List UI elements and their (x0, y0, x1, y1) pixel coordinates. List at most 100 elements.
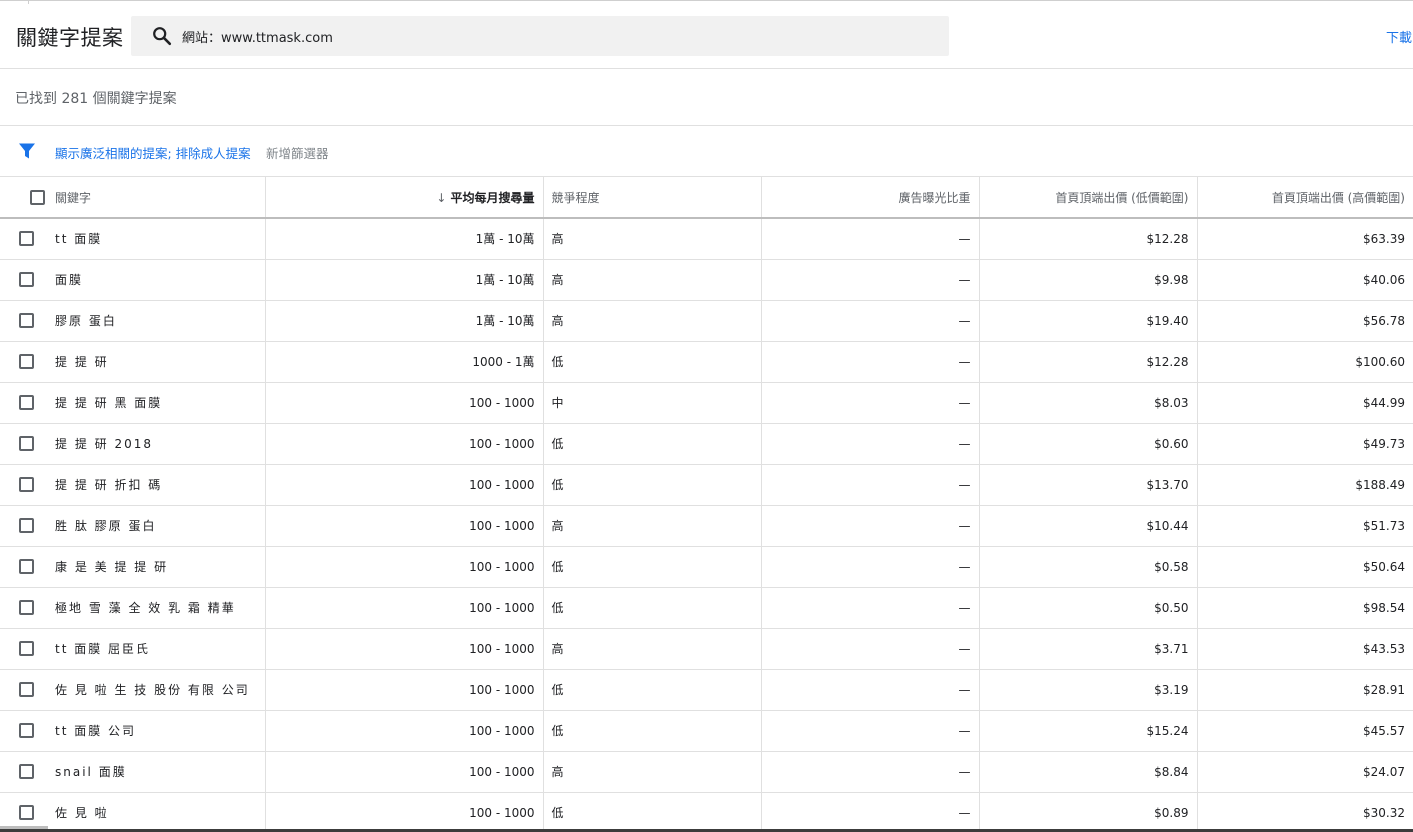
impression-share-cell: — (760, 218, 979, 260)
table-row[interactable]: 康 是 美 提 提 研 100 - 1000 低 — $0.58 $50.64 (0, 546, 1413, 588)
impression-share-cell: — (760, 300, 979, 342)
top-bid-low-cell: $8.03 (978, 382, 1197, 424)
table-row[interactable]: tt 面膜 1萬 - 10萬高 — $12.28 $63.39 (0, 218, 1413, 260)
search-input[interactable]: 網站：www.ttmask.com (182, 27, 333, 46)
row-checkbox[interactable] (19, 354, 34, 369)
table-row[interactable]: 面膜 1萬 - 10萬高 — $9.98 $40.06 (0, 259, 1413, 301)
impression-share-cell: — (760, 505, 979, 547)
top-bid-high-cell: $56.78 (1196, 300, 1413, 342)
row-checkbox[interactable] (19, 805, 34, 820)
column-header-avg-monthly-searches[interactable]: ↓ 平均每月搜尋量 (264, 177, 543, 219)
top-bid-high-cell: $49.73 (1196, 423, 1413, 465)
keyword-cell: 佐 見 啦 生 技 股份 有限 公司 (55, 669, 265, 711)
keyword-cell: 提 提 研 黑 面膜 (55, 382, 265, 424)
table-row[interactable]: 提 提 研 黑 面膜 100 - 1000 中 — $8.03 $44.99 (0, 382, 1413, 424)
top-bid-low-cell: $0.60 (978, 423, 1197, 465)
top-bid-high-cell: $30.32 (1196, 792, 1413, 832)
top-bid-low-cell: $19.40 (978, 300, 1197, 342)
impression-share-cell: — (760, 669, 979, 711)
row-checkbox[interactable] (19, 477, 34, 492)
avg-monthly-searches-cell: 100 - 1000 (264, 628, 543, 670)
row-checkbox[interactable] (19, 436, 34, 451)
table-row[interactable]: 佐 見 啦 生 技 股份 有限 公司 100 - 1000 低 — $3.19 $28.9… (0, 669, 1413, 711)
table-row[interactable]: 膠原 蛋白 1萬 - 10萬高 — $19.40 $56.78 (0, 300, 1413, 342)
table-row[interactable]: snail 面膜 100 - 1000 高 — $8.84 $24.07 (0, 751, 1413, 793)
top-bid-low-cell: $0.58 (978, 546, 1197, 588)
impression-share-cell: — (760, 587, 979, 629)
filter-icon[interactable] (18, 142, 36, 160)
row-checkbox-cell (0, 382, 55, 424)
row-checkbox[interactable] (19, 641, 34, 656)
select-all-cell (0, 177, 55, 219)
table-row[interactable]: 極地 雪 藻 全 效 乳 霜 精華 100 - 1000 低 — $0.50 $98.54 (0, 587, 1413, 629)
active-filter-chip[interactable]: 顯示廣泛相關的提案; 排除成人提案 (55, 143, 251, 162)
row-checkbox[interactable] (19, 313, 34, 328)
table-row[interactable]: tt 面膜 公司 100 - 1000 低 — $15.24 $45.57 (0, 710, 1413, 752)
competition-cell: 低 (542, 710, 761, 752)
impression-share-cell: — (760, 259, 979, 301)
top-bid-high-cell: $63.39 (1196, 218, 1413, 260)
top-bid-low-cell: $10.44 (978, 505, 1197, 547)
row-checkbox[interactable] (19, 682, 34, 697)
competition-cell: 低 (542, 792, 761, 832)
row-checkbox-cell (0, 464, 55, 506)
column-header-top-bid-low[interactable]: 首頁頂端出價 (低價範圍) (978, 177, 1197, 219)
keyword-ideas-table: 關鍵字 ↓ 平均每月搜尋量 競爭程度 廣告曝光比重 首頁頂端出價 (低價範圍) 首… (0, 177, 1413, 832)
table-row[interactable]: tt 面膜 屈臣氏 100 - 1000 高 — $3.71 $43.53 (0, 628, 1413, 670)
impression-share-cell: — (760, 382, 979, 424)
website-search-box[interactable]: 網站：www.ttmask.com (131, 16, 949, 56)
impression-share-cell: — (760, 546, 979, 588)
row-checkbox-cell (0, 669, 55, 711)
top-bid-low-cell: $3.19 (978, 669, 1197, 711)
table-row[interactable]: 提 提 研 2018 100 - 1000 低 — $0.60 $49.73 (0, 423, 1413, 465)
row-checkbox[interactable] (19, 231, 34, 247)
row-checkbox[interactable] (19, 764, 34, 779)
top-bid-low-cell: $3.71 (978, 628, 1197, 670)
row-checkbox-cell (0, 300, 55, 342)
column-header-top-bid-high[interactable]: 首頁頂端出價 (高價範圍) (1196, 177, 1413, 219)
avg-monthly-searches-cell: 100 - 1000 (264, 464, 543, 506)
row-checkbox-cell (0, 546, 55, 588)
top-bid-high-cell: $51.73 (1196, 505, 1413, 547)
select-all-checkbox[interactable] (29, 189, 45, 205)
top-bid-high-cell: $50.64 (1196, 546, 1413, 588)
keyword-cell: snail 面膜 (55, 751, 265, 793)
competition-cell: 低 (542, 341, 761, 383)
competition-cell: 高 (542, 300, 761, 342)
row-checkbox[interactable] (19, 518, 34, 533)
table-row[interactable]: 提 提 研 1000 - 1萬低 — $12.28 $100.60 (0, 341, 1413, 383)
top-bid-high-cell: $100.60 (1196, 341, 1413, 383)
keyword-cell: 極地 雪 藻 全 效 乳 霜 精華 (55, 587, 265, 629)
competition-cell: 低 (542, 423, 761, 465)
row-checkbox[interactable] (19, 723, 34, 738)
filter-bar: 顯示廣泛相關的提案; 排除成人提案 新增篩選器 (0, 126, 1413, 177)
table-row[interactable]: 胜 肽 膠原 蛋白 100 - 1000 高 — $10.44 $51.73 (0, 505, 1413, 547)
row-checkbox[interactable] (19, 272, 34, 287)
avg-monthly-searches-cell: 100 - 1000 (264, 792, 543, 832)
table-row[interactable]: 提 提 研 折扣 碼 100 - 1000 低 — $13.70 $188.49 (0, 464, 1413, 506)
row-checkbox[interactable] (19, 600, 34, 615)
page-header: 關鍵字提案 網站：www.ttmask.com 下載 (0, 4, 1413, 69)
column-header-impression-share[interactable]: 廣告曝光比重 (760, 177, 979, 219)
top-bid-low-cell: $13.70 (978, 464, 1197, 506)
table-row[interactable]: 佐 見 啦 100 - 1000 低 — $0.89 $30.32 (0, 792, 1413, 832)
column-header-competition[interactable]: 競爭程度 (542, 177, 761, 219)
top-bid-high-cell: $28.91 (1196, 669, 1413, 711)
row-checkbox-cell (0, 628, 55, 670)
avg-monthly-searches-cell: 100 - 1000 (264, 710, 543, 752)
top-bid-high-cell: $44.99 (1196, 382, 1413, 424)
row-checkbox[interactable] (19, 395, 34, 410)
row-checkbox[interactable] (19, 559, 34, 574)
download-link[interactable]: 下載 (1386, 27, 1412, 46)
avg-monthly-searches-cell: 100 - 1000 (264, 382, 543, 424)
avg-monthly-searches-cell: 1000 - 1萬 (264, 341, 543, 383)
search-icon (153, 27, 172, 46)
add-filter-button[interactable]: 新增篩選器 (266, 143, 329, 162)
top-bid-high-cell: $24.07 (1196, 751, 1413, 793)
row-checkbox-cell (0, 259, 55, 301)
impression-share-cell: — (760, 751, 979, 793)
avg-monthly-searches-cell: 100 - 1000 (264, 669, 543, 711)
keyword-cell: tt 面膜 公司 (55, 710, 265, 752)
keyword-cell: tt 面膜 屈臣氏 (55, 628, 265, 670)
column-header-keyword[interactable]: 關鍵字 (55, 177, 265, 219)
